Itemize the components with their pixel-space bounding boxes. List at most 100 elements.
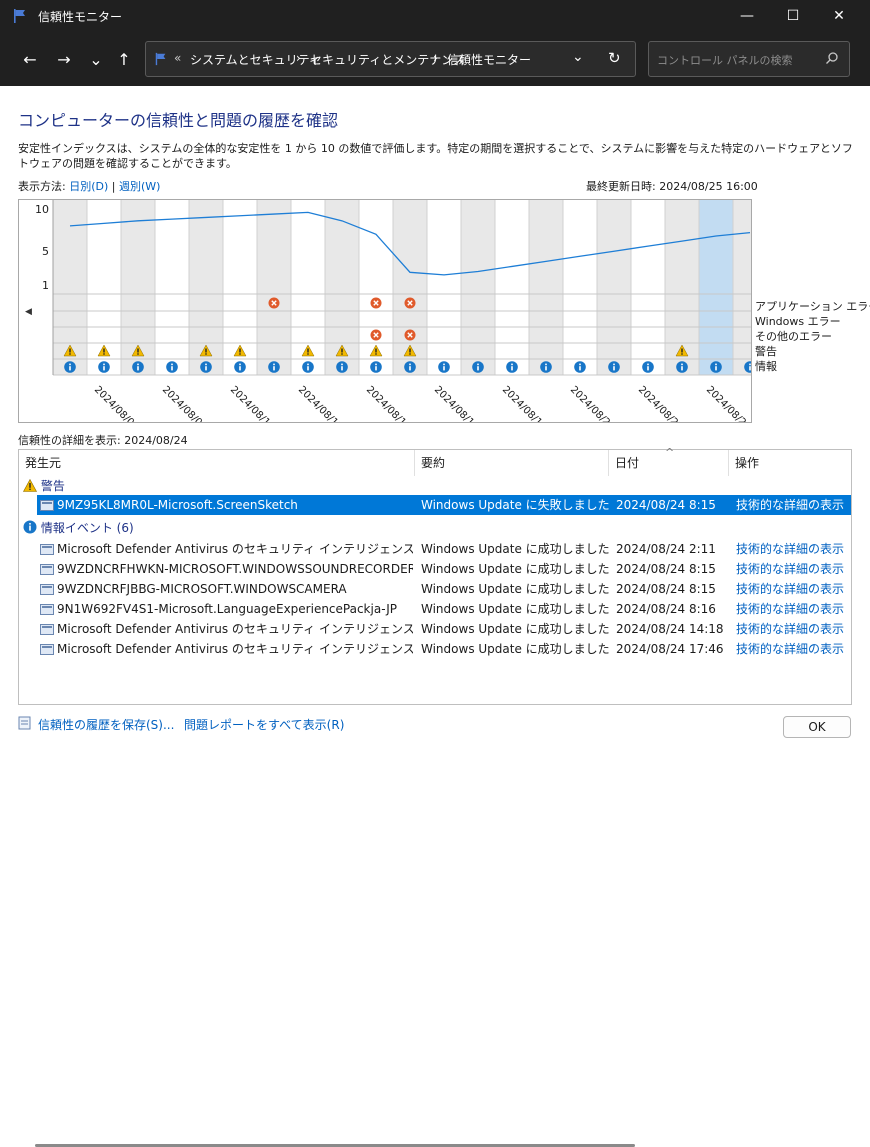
table-row[interactable]: Microsoft Defender Antivirus のセキュリティ インテ… bbox=[37, 539, 851, 559]
warning-icon-dot bbox=[409, 353, 411, 355]
day-column[interactable] bbox=[529, 200, 563, 375]
y-tick-label: 10 bbox=[35, 203, 49, 216]
info-icon-mark bbox=[103, 366, 105, 371]
breadcrumb-system-security[interactable]: システムとセキュリティ bbox=[190, 51, 321, 68]
search-box[interactable]: コントロール パネルの検索 bbox=[648, 41, 850, 77]
application-icon bbox=[40, 500, 54, 511]
group-header-warning[interactable]: 警告 bbox=[22, 477, 65, 494]
minimize-button[interactable]: — bbox=[724, 0, 770, 32]
row-source: 9N1W692FV4S1-Microsoft.LanguageExperienc… bbox=[57, 602, 397, 616]
search-icon[interactable] bbox=[825, 51, 839, 65]
info-icon-dot bbox=[137, 363, 139, 366]
info-icon-dot bbox=[477, 363, 479, 366]
view-all-reports-link[interactable]: 問題レポートをすべて表示(R) bbox=[184, 716, 344, 733]
forward-button[interactable]: → bbox=[52, 48, 76, 72]
group-label-information: 情報イベント (6) bbox=[40, 521, 134, 535]
info-icon-mark bbox=[205, 366, 207, 371]
info-icon-dot bbox=[341, 363, 343, 366]
technical-details-link[interactable]: 技術的な詳細の表示 bbox=[736, 539, 850, 559]
scroll-left-button[interactable]: ◀ bbox=[25, 307, 32, 317]
day-column[interactable] bbox=[631, 200, 665, 375]
day-column[interactable] bbox=[563, 200, 597, 375]
address-dropdown-button[interactable]: ⌄ bbox=[572, 49, 584, 65]
day-column[interactable] bbox=[495, 200, 529, 375]
warning-icon-dot bbox=[681, 353, 683, 355]
breadcrumb-overflow[interactable]: « bbox=[174, 51, 181, 65]
table-row[interactable]: 9WZDNCRFHWKN-MICROSOFT.WINDOWSSOUNDRECOR… bbox=[37, 559, 851, 579]
info-icon-dot bbox=[239, 363, 241, 366]
reliability-chart[interactable]: 10 5 1 2024/08/06 2024/08/08 2024/08/10 2024/0… bbox=[18, 199, 778, 433]
x-tick-label: 2024/08/14 bbox=[364, 384, 413, 422]
warning-icon bbox=[22, 478, 38, 492]
technical-details-link[interactable]: 技術的な詳細の表示 bbox=[736, 599, 850, 619]
row-source: Microsoft Defender Antivirus のセキュリティ インテ… bbox=[57, 622, 413, 636]
technical-details-link[interactable]: 技術的な詳細の表示 bbox=[736, 495, 850, 515]
technical-details-link[interactable]: 技術的な詳細の表示 bbox=[736, 619, 850, 639]
maximize-button[interactable]: ☐ bbox=[770, 0, 816, 32]
table-row[interactable]: 9N1W692FV4S1-Microsoft.LanguageExperienc… bbox=[37, 599, 851, 619]
day-column[interactable] bbox=[733, 200, 767, 375]
row-date: 2024/08/24 14:18 bbox=[616, 622, 724, 636]
day-column[interactable] bbox=[427, 200, 461, 375]
row-source: Microsoft Defender Antivirus のセキュリティ インテ… bbox=[57, 642, 413, 656]
day-column[interactable] bbox=[699, 200, 733, 375]
info-icon-mark bbox=[579, 366, 581, 371]
group-header-information[interactable]: 情報イベント (6) bbox=[23, 519, 134, 536]
info-icon-dot bbox=[613, 363, 615, 366]
refresh-button[interactable]: ↻ bbox=[608, 49, 621, 67]
details-grid[interactable]: 発生元 要約 日付 ^ 操作 警告 9MZ95KL8MR0L-Microsoft… bbox=[18, 446, 852, 1147]
info-icon-dot bbox=[69, 363, 71, 366]
info-icon-mark bbox=[307, 366, 309, 371]
save-history-link[interactable]: 信頼性の履歴を保存(S)... bbox=[38, 716, 174, 733]
column-header-source[interactable]: 発生元 bbox=[19, 450, 415, 476]
warning-icon-mark bbox=[239, 348, 241, 353]
legend-information: 情報 bbox=[755, 360, 777, 373]
ok-button[interactable]: OK bbox=[783, 716, 851, 738]
info-icon-dot bbox=[171, 363, 173, 366]
warning-icon-mark bbox=[341, 348, 343, 353]
info-icon-mark bbox=[715, 366, 717, 371]
day-column[interactable] bbox=[597, 200, 631, 375]
info-icon-dot bbox=[205, 363, 207, 366]
technical-details-link[interactable]: 技術的な詳細の表示 bbox=[736, 579, 850, 599]
technical-details-link[interactable]: 技術的な詳細の表示 bbox=[736, 639, 850, 659]
warning-icon-dot bbox=[103, 353, 105, 355]
address-bar[interactable]: « システムとセキュリティ › セキュリティとメンテナンス › 信頼性モニター … bbox=[145, 41, 636, 77]
technical-details-link[interactable]: 技術的な詳細の表示 bbox=[736, 559, 850, 579]
view-by-week-link[interactable]: 週別(W) bbox=[119, 180, 160, 193]
window-title: 信頼性モニター bbox=[38, 10, 123, 24]
column-header-summary[interactable]: 要約 bbox=[415, 450, 609, 476]
view-mode-separator: | bbox=[111, 180, 116, 193]
info-icon-mark bbox=[375, 366, 377, 371]
column-header-action[interactable]: 操作 bbox=[729, 450, 851, 476]
row-date: 2024/08/24 8:15 bbox=[616, 562, 716, 576]
x-tick-label: 2024/08/06 bbox=[92, 384, 141, 422]
search-input[interactable]: コントロール パネルの検索 bbox=[657, 52, 793, 68]
x-tick-label: 2024/08/18 bbox=[500, 384, 549, 422]
info-icon-mark bbox=[613, 366, 615, 371]
application-icon bbox=[40, 564, 54, 575]
view-by-day-link[interactable]: 日別(D) bbox=[69, 180, 108, 193]
recent-locations-button[interactable]: ⌄ bbox=[84, 48, 108, 72]
breadcrumb-security-maintenance[interactable]: セキュリティとメンテナンス bbox=[310, 51, 465, 68]
table-row[interactable]: 9MZ95KL8MR0L-Microsoft.ScreenSketch Wind… bbox=[37, 495, 851, 515]
application-icon bbox=[40, 544, 54, 555]
day-column[interactable] bbox=[461, 200, 495, 375]
day-column[interactable] bbox=[257, 200, 291, 375]
back-button[interactable]: ← bbox=[18, 48, 42, 72]
breadcrumb-reliability-monitor[interactable]: 信頼性モニター bbox=[447, 51, 531, 68]
table-row[interactable]: 9WZDNCRFJBBG-MICROSOFT.WINDOWSCAMERA Win… bbox=[37, 579, 851, 599]
reliability-chart-svg[interactable]: 10 5 1 2024/08/06 2024/08/08 2024/08/10 2024/0… bbox=[19, 200, 778, 433]
up-button[interactable]: ↑ bbox=[112, 48, 136, 72]
table-row[interactable]: Microsoft Defender Antivirus のセキュリティ インテ… bbox=[37, 639, 851, 659]
x-tick-label: 2024/08/16 bbox=[432, 384, 481, 422]
close-button[interactable]: ✕ bbox=[816, 0, 862, 32]
sort-ascending-icon: ^ bbox=[665, 446, 675, 459]
table-row[interactable]: Microsoft Defender Antivirus のセキュリティ インテ… bbox=[37, 619, 851, 639]
info-icon-mark bbox=[749, 366, 751, 371]
flag-icon bbox=[155, 52, 166, 66]
x-tick-label: 2024/08/22 bbox=[636, 384, 685, 422]
warning-icon-dot bbox=[307, 353, 309, 355]
info-icon-dot bbox=[511, 363, 513, 366]
day-column[interactable] bbox=[155, 200, 189, 375]
